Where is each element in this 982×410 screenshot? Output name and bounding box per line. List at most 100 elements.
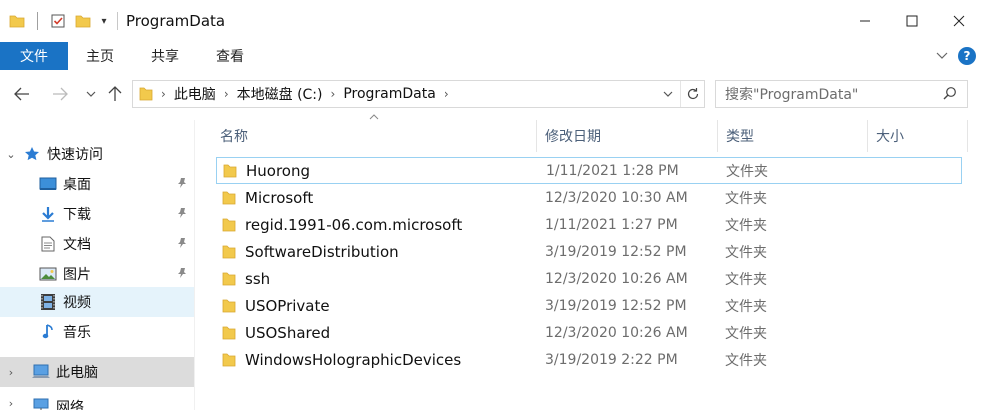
- table-row[interactable]: Huorong 1/11/2021 1:28 PM 文件夹: [216, 157, 962, 184]
- column-headers: 名称 修改日期 类型 大小: [196, 120, 982, 152]
- breadcrumb-separator[interactable]: ›: [224, 87, 229, 101]
- column-header-modified[interactable]: 修改日期: [537, 120, 718, 152]
- pin-icon[interactable]: [176, 237, 188, 253]
- address-history-button[interactable]: [658, 81, 678, 107]
- breadcrumb-local-disk[interactable]: 本地磁盘 (C:): [237, 84, 323, 104]
- pin-icon[interactable]: [176, 177, 188, 193]
- breadcrumb-separator[interactable]: ›: [161, 87, 166, 101]
- breadcrumb-separator[interactable]: ›: [444, 87, 449, 101]
- table-row[interactable]: USOPrivate 3/19/2019 12:52 PM 文件夹: [216, 292, 962, 319]
- tab-home[interactable]: 主页: [68, 42, 132, 70]
- file-list: 名称 修改日期 类型 大小 Huorong 1/11/2021 1:28 PM …: [196, 112, 982, 410]
- minimize-icon: [859, 20, 870, 22]
- forward-button[interactable]: [48, 82, 72, 106]
- folder-icon: [222, 271, 236, 287]
- document-icon: [38, 235, 58, 253]
- file-name-label: Microsoft: [245, 188, 314, 207]
- file-name: Microsoft: [222, 189, 313, 207]
- table-row[interactable]: WindowsHolographicDevices 3/19/2019 2:22…: [216, 346, 962, 373]
- maximize-button[interactable]: [888, 0, 935, 42]
- pin-icon[interactable]: [176, 267, 188, 283]
- sidebar-item-this-pc[interactable]: › 此电脑: [0, 357, 194, 387]
- file-modified: 12/3/2020 10:30 AM: [545, 189, 688, 206]
- file-type: 文件夹: [725, 298, 767, 315]
- search-input[interactable]: 搜索"ProgramData": [715, 80, 968, 108]
- search-icon[interactable]: [943, 86, 957, 104]
- desktop-icon: [38, 175, 58, 193]
- picture-icon: [38, 265, 58, 283]
- sidebar-item-network[interactable]: › 网络: [0, 397, 194, 410]
- folder-icon: [139, 86, 153, 102]
- tab-share[interactable]: 共享: [132, 42, 198, 70]
- folder-icon: [222, 325, 236, 341]
- window-title: ProgramData: [126, 12, 226, 30]
- sidebar-item-label: 图片: [63, 267, 91, 283]
- folder-icon: [223, 163, 237, 179]
- tab-view[interactable]: 查看: [198, 42, 262, 70]
- table-row[interactable]: SoftwareDistribution 3/19/2019 12:52 PM …: [216, 238, 962, 265]
- file-modified: 1/11/2021 1:28 PM: [546, 162, 679, 179]
- pane-divider[interactable]: [194, 120, 195, 410]
- column-header-label: 类型: [726, 129, 754, 145]
- sidebar-item-pictures[interactable]: 图片: [16, 259, 194, 289]
- breadcrumb-separator[interactable]: ›: [331, 87, 336, 101]
- file-type: 文件夹: [725, 190, 767, 207]
- sidebar-item-label: 网络: [56, 400, 84, 410]
- file-name: USOPrivate: [222, 297, 330, 315]
- table-row[interactable]: regid.1991-06.com.microsoft 1/11/2021 1:…: [216, 211, 962, 238]
- column-header-size[interactable]: 大小: [868, 120, 968, 152]
- refresh-button[interactable]: [680, 81, 704, 107]
- chevron-right-icon[interactable]: ›: [0, 366, 22, 379]
- close-button[interactable]: [935, 0, 982, 42]
- file-name: WindowsHolographicDevices: [222, 351, 461, 369]
- table-row[interactable]: Microsoft 12/3/2020 10:30 AM 文件夹: [216, 184, 962, 211]
- table-row[interactable]: ssh 12/3/2020 10:26 AM 文件夹: [216, 265, 962, 292]
- file-name-label: Huorong: [246, 161, 311, 180]
- file-name: regid.1991-06.com.microsoft: [222, 216, 462, 234]
- breadcrumb-programdata[interactable]: ProgramData: [343, 86, 436, 102]
- network-icon: [31, 397, 51, 410]
- title-divider: [117, 12, 118, 30]
- sidebar-item-desktop[interactable]: 桌面: [16, 169, 194, 199]
- chevron-right-icon[interactable]: ›: [0, 397, 22, 410]
- tab-file[interactable]: 文件: [0, 42, 68, 70]
- sidebar-item-documents[interactable]: 文档: [16, 229, 194, 259]
- sidebar-item-label: 文档: [63, 237, 91, 253]
- properties-icon[interactable]: [47, 10, 69, 32]
- maximize-icon: [906, 15, 917, 27]
- file-modified: 12/3/2020 10:26 AM: [545, 270, 688, 287]
- file-name: ssh: [222, 270, 270, 288]
- minimize-button[interactable]: [841, 0, 888, 42]
- file-name-label: ssh: [245, 269, 271, 288]
- new-folder-icon[interactable]: [72, 10, 94, 32]
- back-arrow-icon: [14, 87, 29, 101]
- navigation-pane: ⌄ 快速访问 桌面 下载 文档 图片 视频 音乐 › 此电脑 › 网络: [0, 120, 194, 410]
- title-bar: ▾ ProgramData: [0, 0, 982, 42]
- breadcrumb-this-pc[interactable]: 此电脑: [174, 84, 216, 104]
- file-name-label: USOShared: [245, 323, 331, 342]
- sidebar-item-videos[interactable]: 视频: [0, 287, 194, 317]
- customize-toolbar-icon[interactable]: ▾: [97, 16, 111, 27]
- column-header-type[interactable]: 类型: [718, 120, 868, 152]
- file-type: 文件夹: [725, 325, 767, 342]
- pin-icon[interactable]: [176, 207, 188, 223]
- sidebar-item-music[interactable]: 音乐: [16, 317, 194, 347]
- chevron-down-icon[interactable]: ⌄: [0, 148, 22, 161]
- table-row[interactable]: USOShared 12/3/2020 10:26 AM 文件夹: [216, 319, 962, 346]
- expand-ribbon-icon[interactable]: [936, 48, 948, 64]
- up-button[interactable]: [104, 82, 126, 106]
- address-bar[interactable]: › 此电脑 › 本地磁盘 (C:) › ProgramData ›: [132, 80, 705, 108]
- help-icon[interactable]: ?: [958, 47, 976, 65]
- folder-icon[interactable]: [6, 10, 28, 32]
- file-name-label: USOPrivate: [245, 296, 330, 315]
- film-icon: [38, 293, 58, 311]
- recent-locations-button[interactable]: [84, 82, 98, 106]
- file-modified: 3/19/2019 12:52 PM: [545, 297, 687, 314]
- sidebar-item-downloads[interactable]: 下载: [16, 199, 194, 229]
- refresh-icon: [687, 88, 698, 100]
- close-icon: [953, 15, 964, 27]
- sidebar-item-quick-access[interactable]: ⌄ 快速访问: [0, 139, 194, 169]
- back-button[interactable]: [10, 82, 34, 106]
- sidebar-item-label: 视频: [63, 295, 91, 311]
- column-header-name[interactable]: 名称: [212, 120, 537, 152]
